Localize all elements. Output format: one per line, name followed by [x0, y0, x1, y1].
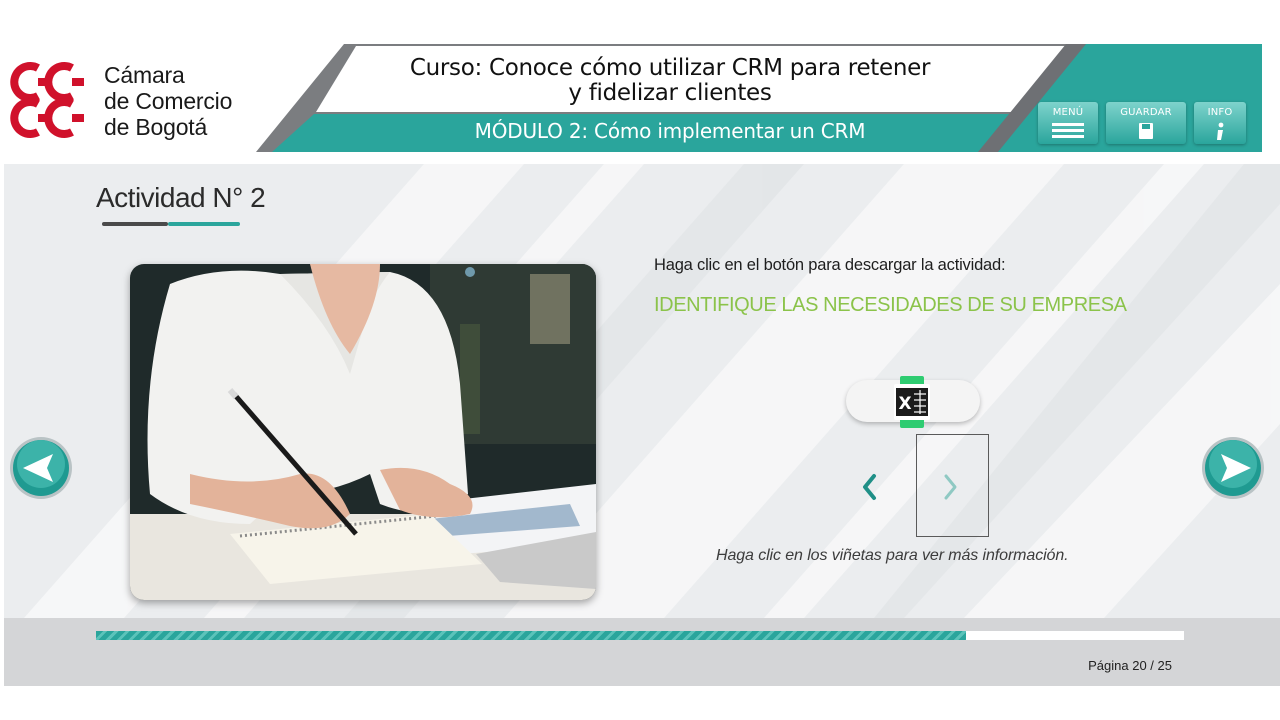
save-button[interactable]: GUARDAR [1106, 102, 1186, 144]
progress-bar [96, 631, 1184, 640]
course-title-line: y fidelizar clientes [568, 80, 772, 106]
info-button-label: INFO [1207, 107, 1233, 118]
footer: Página 20 / 25 [4, 618, 1280, 686]
activity-name: IDENTIFIQUE LAS NECESIDADES DE SU EMPRES… [654, 294, 1127, 316]
menu-button-label: MENÚ [1052, 107, 1084, 118]
svg-text:X: X [898, 394, 911, 414]
menu-button[interactable]: MENÚ [1038, 102, 1098, 144]
course-player: Cámara de Comercio de Bogotá Curso: Cono… [0, 0, 1280, 720]
activity-title: Actividad N° 2 [96, 182, 266, 213]
course-title-line: Curso: Conoce cómo utilizar CRM para ret… [409, 55, 931, 81]
bullet-prev-icon[interactable] [860, 472, 878, 502]
course-title: Curso: Conoce cómo utilizar CRM para ret… [320, 56, 1020, 106]
module-title: MÓDULO 2: Cómo implementar un CRM [474, 119, 866, 143]
excel-icon: X [894, 376, 930, 428]
save-icon [1139, 123, 1153, 139]
download-instruction: Haga clic en el botón para descargar la … [654, 256, 1006, 274]
info-button[interactable]: INFO [1194, 102, 1246, 144]
header: Cámara de Comercio de Bogotá Curso: Cono… [0, 44, 1262, 152]
page-indicator: Página 20 / 25 [1088, 658, 1172, 673]
bullets-hint: Haga clic en los viñetas para ver más in… [716, 547, 1069, 564]
progress-fill [96, 631, 967, 640]
activity-panel: Actividad N° 2 Haga clic en el botón par… [4, 164, 1280, 618]
arrow-right-icon[interactable] [1201, 436, 1265, 500]
activity-photo [130, 264, 596, 600]
info-icon [1217, 122, 1224, 140]
arrow-left-icon[interactable] [9, 436, 73, 500]
hamburger-icon [1052, 123, 1084, 138]
save-button-label: GUARDAR [1120, 107, 1172, 118]
bullet-next-icon[interactable] [942, 472, 960, 502]
download-activity-button[interactable]: X [846, 376, 980, 428]
title-underline [102, 222, 240, 226]
